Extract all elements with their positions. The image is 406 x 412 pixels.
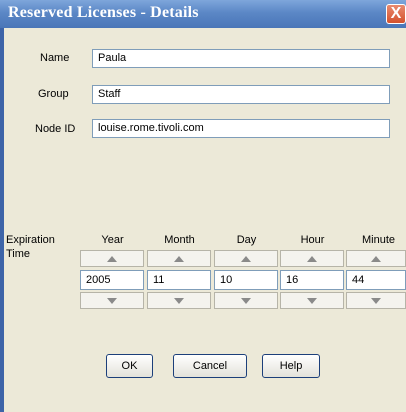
window-border bbox=[0, 28, 4, 412]
group-field[interactable]: Staff bbox=[92, 85, 390, 104]
arrow-down-icon bbox=[174, 297, 184, 304]
title-bar[interactable]: Reserved Licenses - Details X bbox=[0, 0, 406, 28]
arrow-down-icon bbox=[371, 297, 381, 304]
hour-up-button[interactable] bbox=[280, 250, 344, 267]
day-header: Day bbox=[236, 234, 257, 246]
help-button[interactable]: Help bbox=[262, 354, 320, 378]
day-up-button[interactable] bbox=[214, 250, 278, 267]
month-field[interactable]: 11 bbox=[147, 270, 211, 290]
year-up-button[interactable] bbox=[80, 250, 144, 267]
year-down-button[interactable] bbox=[80, 292, 144, 309]
arrow-down-icon bbox=[307, 297, 317, 304]
hour-header: Hour bbox=[300, 234, 325, 246]
arrow-down-icon bbox=[107, 297, 117, 304]
window-title: Reserved Licenses - Details bbox=[8, 4, 199, 21]
cancel-button[interactable]: Cancel bbox=[173, 354, 247, 378]
expiration-label-time: Time bbox=[6, 248, 31, 260]
month-down-button[interactable] bbox=[147, 292, 211, 309]
minute-down-button[interactable] bbox=[346, 292, 406, 309]
day-field[interactable]: 10 bbox=[214, 270, 278, 290]
close-icon: X bbox=[390, 5, 402, 22]
hour-down-button[interactable] bbox=[280, 292, 344, 309]
minute-field[interactable]: 44 bbox=[346, 270, 406, 290]
month-up-button[interactable] bbox=[147, 250, 211, 267]
year-field[interactable]: 2005 bbox=[80, 270, 144, 290]
name-label: Name bbox=[40, 52, 70, 64]
arrow-up-icon bbox=[107, 255, 117, 262]
arrow-up-icon bbox=[174, 255, 184, 262]
month-header: Month bbox=[164, 234, 195, 246]
expiration-label: Expiration bbox=[6, 234, 55, 246]
dialog-window: Reserved Licenses - Details X Name Paula… bbox=[0, 0, 406, 412]
ok-button[interactable]: OK bbox=[106, 354, 153, 378]
arrow-down-icon bbox=[241, 297, 251, 304]
node-id-label: Node ID bbox=[35, 123, 76, 135]
name-field[interactable]: Paula bbox=[92, 49, 390, 68]
node-id-field[interactable]: louise.rome.tivoli.com bbox=[92, 119, 390, 138]
hour-field[interactable]: 16 bbox=[280, 270, 344, 290]
arrow-up-icon bbox=[371, 255, 381, 262]
year-header: Year bbox=[101, 234, 124, 246]
minute-header: Minute bbox=[361, 234, 396, 246]
close-button[interactable]: X bbox=[386, 4, 406, 24]
group-label: Group bbox=[38, 88, 69, 100]
day-down-button[interactable] bbox=[214, 292, 278, 309]
minute-up-button[interactable] bbox=[346, 250, 406, 267]
arrow-up-icon bbox=[241, 255, 251, 262]
arrow-up-icon bbox=[307, 255, 317, 262]
